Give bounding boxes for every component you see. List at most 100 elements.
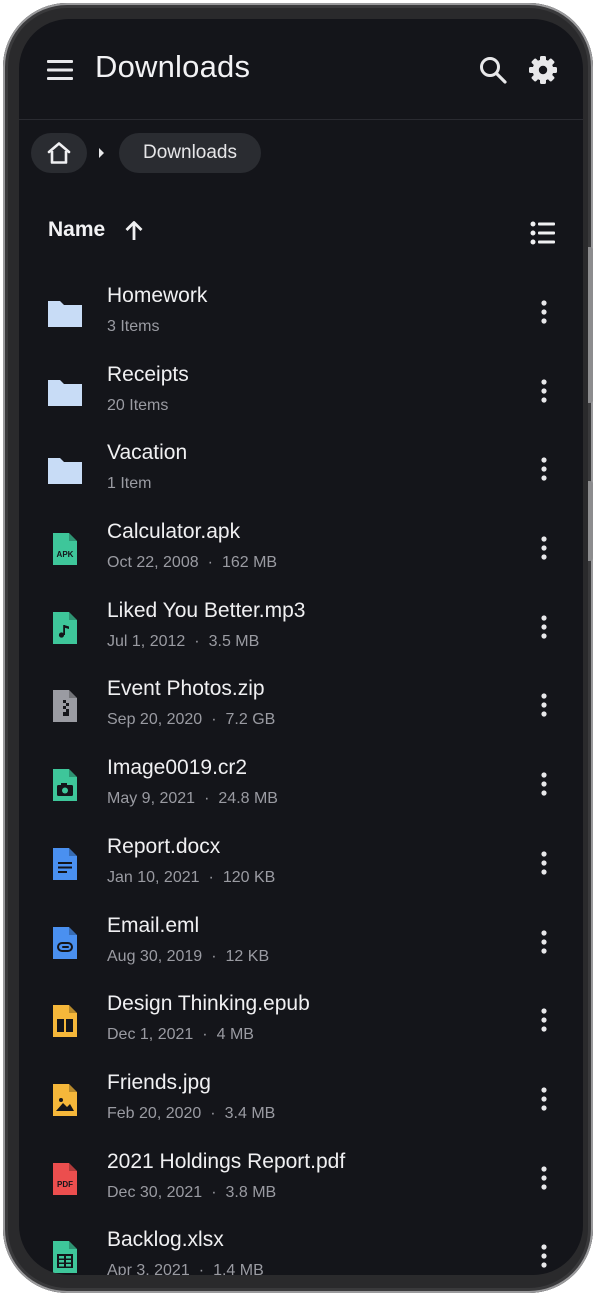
folder-icon bbox=[45, 372, 85, 412]
apk-file-icon: APK bbox=[45, 529, 85, 569]
separator-dot: · bbox=[210, 1104, 216, 1122]
file-row[interactable]: Backlog.xlsx Apr 3, 2021 · 1.4 MB bbox=[19, 1217, 583, 1275]
folder-row[interactable]: Receipts 20 Items bbox=[19, 352, 583, 431]
item-meta: 20 Items bbox=[107, 397, 168, 415]
item-size: 4 MB bbox=[216, 1026, 254, 1044]
item-name: Calculator.apk bbox=[107, 520, 241, 544]
file-row[interactable]: Liked You Better.mp3 Jul 1, 2012 · 3.5 MB bbox=[19, 588, 583, 667]
item-size: 3.5 MB bbox=[208, 632, 260, 650]
item-meta: 1 Item bbox=[107, 475, 151, 493]
file-row[interactable]: Event Photos.zip Sep 20, 2020 · 7.2 GB bbox=[19, 666, 583, 745]
app-bar: Downloads bbox=[19, 19, 583, 120]
item-date: Jul 1, 2012 bbox=[107, 632, 186, 650]
more-options-icon[interactable] bbox=[529, 1163, 559, 1193]
ebook-file-icon bbox=[45, 1001, 85, 1041]
page-title: Downloads bbox=[95, 49, 251, 84]
more-options-icon[interactable] bbox=[529, 612, 559, 642]
folder-row[interactable]: Vacation 1 Item bbox=[19, 430, 583, 509]
home-icon bbox=[47, 142, 71, 164]
folder-row[interactable]: Homework 3 Items bbox=[19, 273, 583, 352]
item-name: Image0019.cr2 bbox=[107, 756, 248, 780]
item-name: Homework bbox=[107, 284, 208, 307]
more-options-icon[interactable] bbox=[529, 769, 559, 799]
audio-file-icon bbox=[45, 608, 85, 648]
more-options-icon[interactable] bbox=[529, 1084, 559, 1114]
more-options-icon[interactable] bbox=[529, 533, 559, 563]
file-row[interactable]: Friends.jpg Feb 20, 2020 · 3.4 MB bbox=[19, 1060, 583, 1139]
item-meta: May 9, 2021 · 24.8 MB bbox=[107, 790, 278, 808]
item-name: 2021 Holdings Report.pdf bbox=[107, 1149, 346, 1173]
folder-icon bbox=[45, 450, 85, 490]
list-view-icon[interactable] bbox=[529, 219, 557, 247]
item-size: 24.8 MB bbox=[218, 790, 278, 808]
image-file-icon bbox=[45, 1080, 85, 1120]
item-meta: Feb 20, 2020 · 3.4 MB bbox=[107, 1105, 275, 1123]
power-button bbox=[588, 481, 593, 561]
item-date: Sep 20, 2020 bbox=[107, 711, 203, 729]
item-name: Liked You Better.mp3 bbox=[107, 598, 306, 622]
item-meta: Apr 3, 2021 · 1.4 MB bbox=[107, 1262, 264, 1275]
item-name: Receipts bbox=[107, 362, 189, 386]
separator-dot: · bbox=[194, 632, 200, 650]
more-options-icon[interactable] bbox=[529, 1005, 559, 1035]
svg-text:PDF: PDF bbox=[57, 1180, 73, 1189]
arrow-up-icon[interactable] bbox=[123, 220, 145, 242]
item-date: May 9, 2021 bbox=[107, 790, 196, 808]
folder-icon bbox=[45, 293, 85, 333]
more-options-icon[interactable] bbox=[529, 376, 559, 406]
separator-dot: · bbox=[211, 711, 217, 729]
camera-raw-file-icon bbox=[45, 765, 85, 805]
file-row[interactable]: Email.eml Aug 30, 2019 · 12 KB bbox=[19, 903, 583, 982]
phone-frame: Downloads Downloads Name Homework 3 Item… bbox=[3, 3, 593, 1293]
more-options-icon[interactable] bbox=[529, 848, 559, 878]
separator-dot: · bbox=[207, 554, 213, 572]
file-row[interactable]: Design Thinking.epub Dec 1, 2021 · 4 MB bbox=[19, 981, 583, 1060]
item-meta: Oct 22, 2008 · 162 MB bbox=[107, 554, 277, 572]
zip-file-icon bbox=[45, 686, 85, 726]
screen: Downloads Downloads Name Homework 3 Item… bbox=[19, 19, 583, 1275]
sort-bar: Name bbox=[19, 207, 583, 257]
file-list: Homework 3 Items Receipts 20 Items Vacation 1… bbox=[19, 273, 583, 1275]
item-date: Aug 30, 2019 bbox=[107, 947, 203, 965]
item-name: Design Thinking.epub bbox=[107, 992, 310, 1016]
item-size: 162 MB bbox=[221, 554, 278, 572]
item-date: Apr 3, 2021 bbox=[107, 1262, 190, 1275]
item-name: Event Photos.zip bbox=[107, 677, 265, 701]
item-meta: Dec 1, 2021 · 4 MB bbox=[107, 1026, 254, 1044]
item-meta: Jan 10, 2021 · 120 KB bbox=[107, 869, 275, 887]
more-options-icon[interactable] bbox=[529, 454, 559, 484]
item-date: Jan 10, 2021 bbox=[107, 868, 200, 886]
breadcrumb-home[interactable] bbox=[31, 133, 87, 173]
item-meta: 3 Items bbox=[107, 318, 159, 336]
more-options-icon[interactable] bbox=[529, 690, 559, 720]
item-date: Feb 20, 2020 bbox=[107, 1104, 202, 1122]
item-meta: Sep 20, 2020 · 7.2 GB bbox=[107, 711, 275, 729]
file-row[interactable]: Report.docx Jan 10, 2021 · 120 KB bbox=[19, 824, 583, 903]
item-size: 120 KB bbox=[222, 868, 276, 886]
pdf-file-icon: PDF bbox=[45, 1159, 85, 1199]
more-options-icon[interactable] bbox=[529, 297, 559, 327]
gear-icon[interactable] bbox=[527, 54, 559, 86]
email-file-icon bbox=[45, 923, 85, 963]
separator-dot: · bbox=[204, 790, 210, 808]
item-count: 20 Items bbox=[107, 396, 169, 414]
file-row[interactable]: Image0019.cr2 May 9, 2021 · 24.8 MB bbox=[19, 745, 583, 824]
file-row[interactable]: PDF 2021 Holdings Report.pdf Dec 30, 2021 ·… bbox=[19, 1139, 583, 1218]
file-row[interactable]: APK Calculator.apk Oct 22, 2008 · 162 MB bbox=[19, 509, 583, 588]
menu-icon[interactable] bbox=[45, 55, 75, 85]
search-icon[interactable] bbox=[477, 54, 509, 86]
item-name: Friends.jpg bbox=[107, 1070, 211, 1094]
breadcrumb-current[interactable]: Downloads bbox=[119, 133, 261, 173]
item-name: Email.eml bbox=[107, 913, 200, 937]
more-options-icon[interactable] bbox=[529, 927, 559, 957]
more-options-icon[interactable] bbox=[529, 1241, 559, 1271]
item-size: 3.8 MB bbox=[225, 1183, 277, 1201]
separator-dot: · bbox=[208, 868, 214, 886]
volume-button bbox=[588, 247, 593, 403]
item-size: 12 KB bbox=[225, 947, 270, 965]
item-meta: Jul 1, 2012 · 3.5 MB bbox=[107, 633, 259, 651]
sort-by-name-button[interactable]: Name bbox=[48, 218, 105, 242]
item-meta: Dec 30, 2021 · 3.8 MB bbox=[107, 1184, 276, 1202]
item-meta: Aug 30, 2019 · 12 KB bbox=[107, 948, 269, 966]
item-count: 3 Items bbox=[107, 318, 160, 335]
